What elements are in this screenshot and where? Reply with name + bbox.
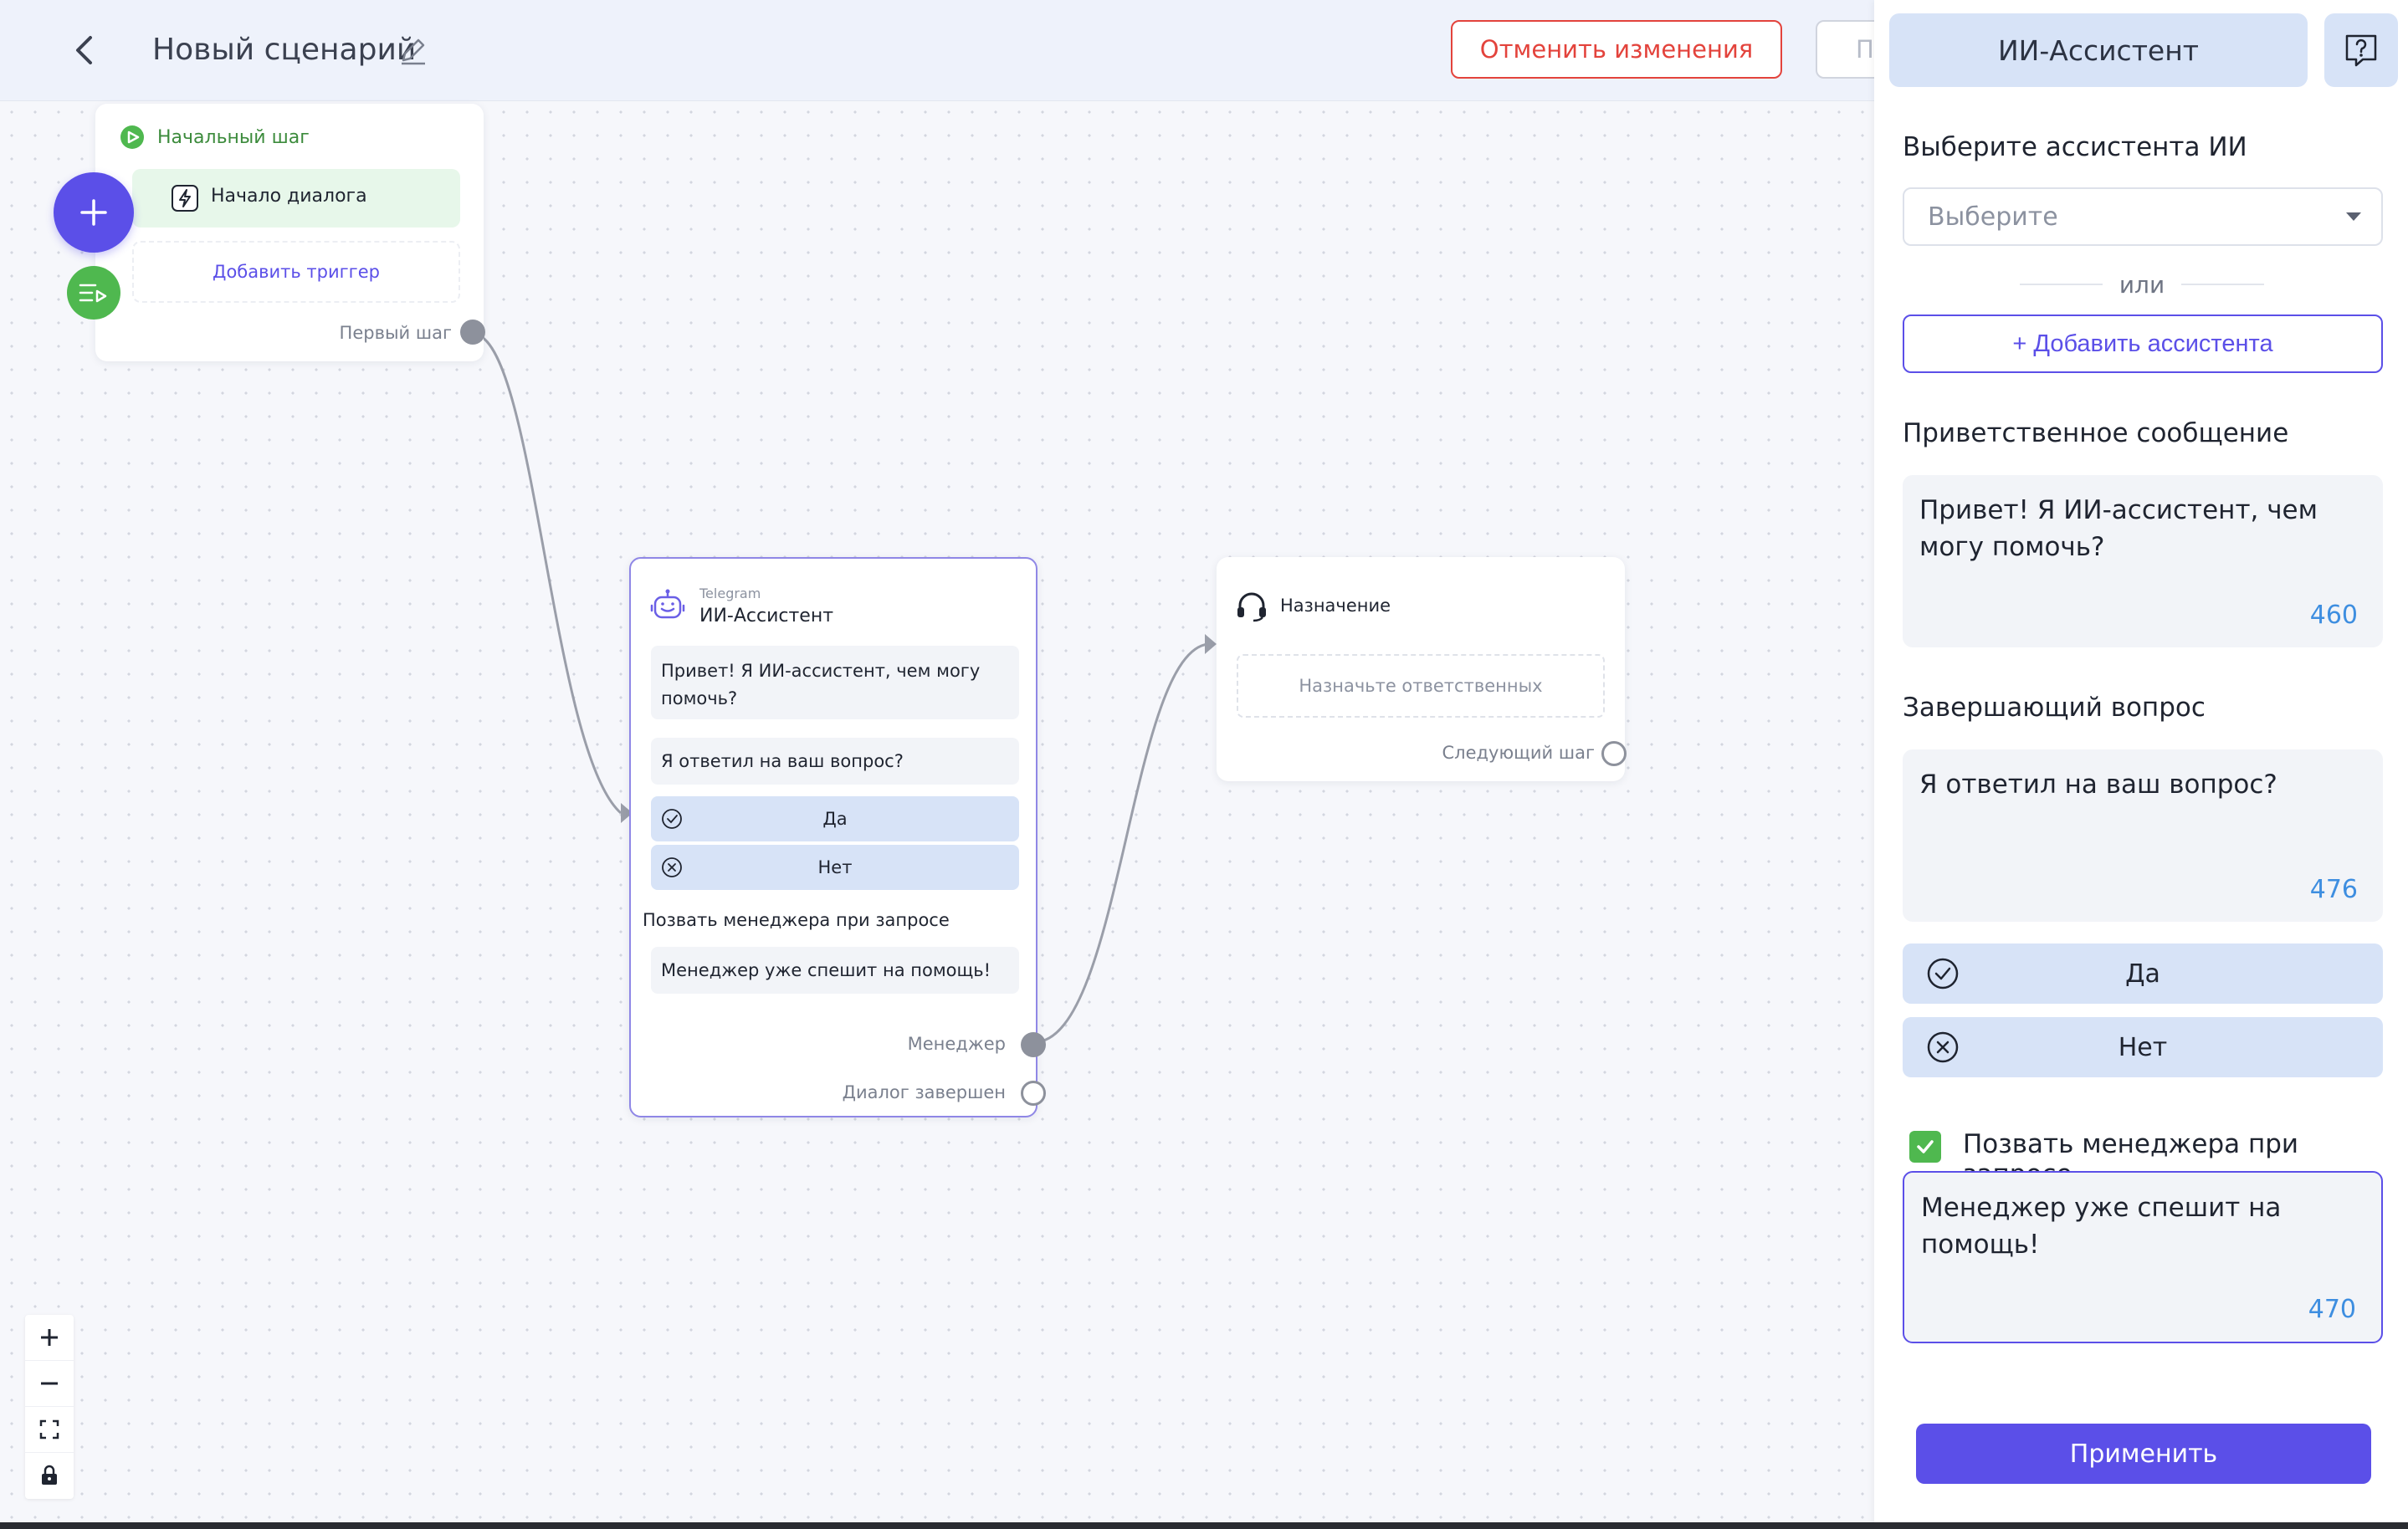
top-bar: Новый сценарий Отменить изменения П (0, 0, 1916, 101)
play-icon (120, 125, 144, 149)
select-assistant-label: Выберите ассистента ИИ (1903, 132, 2247, 162)
connector-arrow (1205, 634, 1217, 654)
connector-start-to-ai (476, 333, 622, 815)
question-text: Я ответил на ваш вопрос? (1919, 770, 2277, 800)
assistant-select[interactable]: Выберите (1903, 187, 2383, 246)
settings-panel: ИИ-Ассистент Выберите ассистента ИИ Выбе… (1874, 0, 2408, 1529)
option-label: Нет (2118, 1032, 2168, 1062)
bottom-edge (0, 1522, 2408, 1529)
option-yes[interactable]: Да (1903, 943, 2383, 1004)
lightning-icon (172, 185, 198, 212)
add-step-button[interactable] (54, 172, 134, 253)
zoom-controls (25, 1315, 74, 1499)
node-title: ИИ-Ассистент (699, 606, 834, 626)
greeting-label: Приветственное сообщение (1903, 418, 2289, 448)
cancel-changes-button[interactable]: Отменить изменения (1451, 20, 1782, 79)
node-option-yes[interactable]: Да (651, 796, 1019, 841)
pencil-icon[interactable] (397, 33, 430, 67)
node-option-label: Да (822, 809, 848, 829)
output-port-manager[interactable] (1021, 1032, 1046, 1057)
manager-message-textarea[interactable]: Менеджер уже спешит на помощь! 470 (1903, 1171, 2383, 1343)
output-port[interactable] (460, 320, 485, 345)
option-no[interactable]: Нет (1903, 1017, 2383, 1077)
headset-icon (1237, 592, 1266, 622)
chevron-left-icon[interactable] (65, 30, 102, 70)
output-port-next-step[interactable] (1601, 741, 1627, 766)
port-label-manager: Менеджер (907, 1034, 1006, 1054)
greeting-textarea[interactable]: Привет! Я ИИ-ассистент, чем могу помочь?… (1903, 475, 2383, 647)
panel-title: ИИ-Ассистент (1889, 13, 2308, 87)
add-assistant-button[interactable]: + Добавить ассистента (1903, 314, 2383, 373)
trigger-label: Начало диалога (211, 186, 367, 207)
apply-button[interactable]: Применить (1916, 1424, 2371, 1484)
fit-screen-icon[interactable] (25, 1407, 74, 1453)
plus-icon (80, 199, 107, 226)
manager-counter: 470 (2308, 1295, 2356, 1324)
node-question: Я ответил на ваш вопрос? (651, 738, 1019, 785)
node-option-label: Нет (817, 857, 853, 877)
start-step-title: Начальный шаг (157, 126, 310, 148)
question-counter: 476 (2309, 875, 2358, 904)
check-circle-icon (662, 809, 682, 829)
help-question-icon[interactable] (2324, 13, 2398, 87)
add-trigger-button[interactable]: Добавить триггер (132, 241, 460, 303)
port-label-dialog-finished: Диалог завершен (842, 1082, 1006, 1102)
checkmark-icon (1917, 1140, 1934, 1153)
check-circle-icon (1927, 958, 1959, 990)
assign-title: Назначение (1280, 596, 1391, 616)
or-divider: или (2020, 268, 2265, 301)
start-step-header: Начальный шаг (119, 124, 310, 151)
port-label-first-step: Первый шаг (339, 323, 452, 343)
chevron-down-icon (2346, 212, 2361, 221)
list-play-icon (79, 284, 107, 303)
question-textarea[interactable]: Я ответил на ваш вопрос? 476 (1903, 749, 2383, 922)
page-title: Новый сценарий (152, 33, 417, 67)
lock-icon[interactable] (25, 1453, 74, 1498)
output-port-dialog-finished[interactable] (1021, 1081, 1046, 1106)
node-channel: Telegram (699, 586, 761, 601)
option-label: Да (2125, 959, 2160, 989)
select-placeholder: Выберите (1928, 202, 2058, 232)
greeting-text: Привет! Я ИИ-ассистент, чем могу помочь? (1919, 495, 2318, 562)
x-circle-icon (662, 857, 682, 877)
trigger-item[interactable]: Начало диалога (132, 169, 460, 228)
manager-checkbox[interactable] (1909, 1131, 1941, 1163)
assignment-node[interactable]: Назначение Назначьте ответственных Следу… (1217, 557, 1627, 781)
assign-header: Назначение (1235, 589, 1391, 622)
plus-icon[interactable] (25, 1315, 74, 1361)
node-manager-label: Позвать менеджера при запросе (643, 910, 950, 930)
robot-icon (650, 589, 685, 619)
minus-icon[interactable] (25, 1361, 74, 1407)
node-option-no[interactable]: Нет (651, 845, 1019, 890)
question-label: Завершающий вопрос (1903, 693, 2206, 723)
greeting-counter: 460 (2309, 601, 2358, 630)
start-step-node[interactable]: Начальный шаг Начало диалога Добавить тр… (95, 104, 485, 361)
port-label-next-step: Следующий шаг (1442, 743, 1596, 763)
ai-assistant-node[interactable]: Telegram ИИ-Ассистент Привет! Я ИИ-ассис… (629, 557, 1046, 1117)
or-text: или (2119, 270, 2165, 299)
x-circle-icon (1927, 1031, 1959, 1063)
node-manager-message: Менеджер уже спешит на помощь! (651, 947, 1019, 994)
node-greeting: Привет! Я ИИ-ассистент, чем могу помочь? (651, 646, 1019, 719)
assign-responsible-field[interactable]: Назначьте ответственных (1237, 654, 1605, 718)
step-list-button[interactable] (67, 266, 120, 320)
connector-ai-to-assign (1033, 642, 1209, 1044)
manager-text: Менеджер уже спешит на помощь! (1921, 1193, 2282, 1260)
